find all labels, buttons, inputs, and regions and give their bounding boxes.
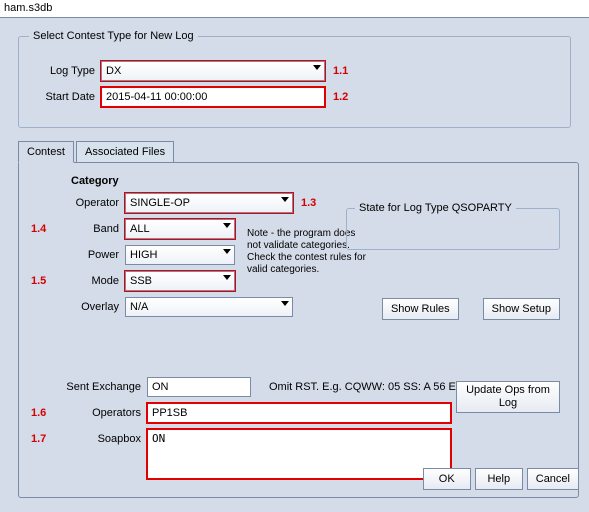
tab-bar: Contest Associated Files: [18, 140, 579, 162]
mode-select[interactable]: SSB: [125, 271, 235, 291]
power-select[interactable]: HIGH: [125, 245, 235, 265]
operator-label: Operator: [53, 197, 125, 209]
cancel-button[interactable]: Cancel: [527, 468, 579, 490]
annotation-1-3: 1.3: [301, 197, 316, 209]
annotation-1-5: 1.5: [31, 275, 53, 287]
start-date-input[interactable]: [101, 87, 325, 107]
sent-exchange-input[interactable]: [147, 377, 251, 397]
update-ops-button[interactable]: Update Ops from Log: [456, 381, 560, 413]
operator-select[interactable]: SINGLE-OP: [125, 193, 293, 213]
power-label: Power: [53, 249, 125, 261]
annotation-1-2: 1.2: [333, 91, 348, 103]
contest-panel: Category Operator SINGLE-OP 1.3 1.4 Band…: [18, 162, 579, 498]
tab-associated-files[interactable]: Associated Files: [76, 141, 174, 163]
overlay-select[interactable]: N/A: [125, 297, 293, 317]
band-label: Band: [53, 223, 125, 235]
show-setup-button[interactable]: Show Setup: [483, 298, 560, 320]
mode-label: Mode: [53, 275, 125, 287]
category-heading: Category: [71, 175, 566, 187]
state-group: State for Log Type QSOPARTY: [346, 208, 560, 250]
annotation-1-7: 1.7: [31, 429, 53, 445]
start-date-label: Start Date: [29, 91, 101, 103]
sent-exchange-label: Sent Exchange: [53, 381, 147, 393]
operators-label: Operators: [53, 407, 147, 419]
tab-contest[interactable]: Contest: [18, 141, 74, 163]
operators-input[interactable]: [147, 403, 451, 423]
log-type-label: Log Type: [29, 65, 101, 77]
soapbox-textarea[interactable]: ON: [147, 429, 451, 479]
state-legend: State for Log Type QSOPARTY: [355, 202, 516, 214]
show-rules-button[interactable]: Show Rules: [382, 298, 459, 320]
log-type-select[interactable]: DX: [101, 61, 325, 81]
ok-button[interactable]: OK: [423, 468, 471, 490]
group-legend: Select Contest Type for New Log: [29, 30, 198, 42]
annotation-1-1: 1.1: [333, 65, 348, 77]
annotation-1-6: 1.6: [31, 407, 53, 419]
annotation-1-4: 1.4: [31, 223, 53, 235]
omit-rst-hint: Omit RST. E.g. CQWW: 05 SS: A 56 EMA: [269, 381, 472, 393]
overlay-label: Overlay: [53, 301, 125, 313]
band-select[interactable]: ALL: [125, 219, 235, 239]
window-title: ham.s3db: [0, 0, 589, 18]
soapbox-label: Soapbox: [53, 429, 147, 445]
help-button[interactable]: Help: [475, 468, 523, 490]
contest-type-group: Select Contest Type for New Log Log Type…: [18, 36, 571, 128]
